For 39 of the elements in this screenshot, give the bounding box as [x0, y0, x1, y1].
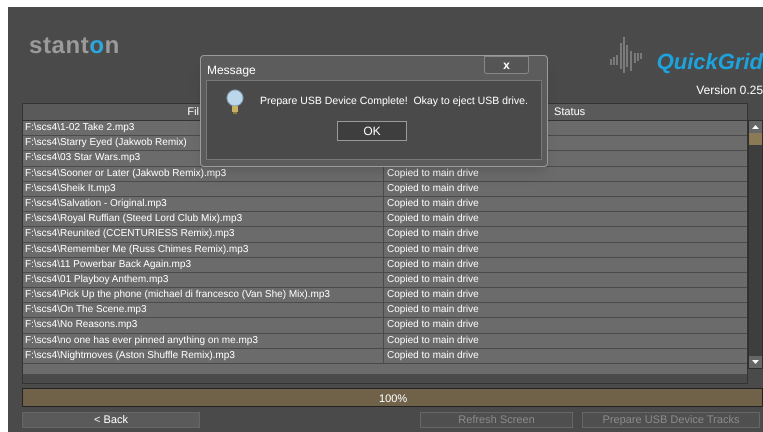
scroll-thumb[interactable] [749, 133, 762, 145]
table-cell: F:\scs4\Pick Up the phone (michael di francesco (Van She) Mix).mp3 [23, 288, 384, 302]
table-cell: F:\scs4\Reunited (CCENTURIESS Remix).mp3 [23, 227, 384, 242]
product-name: QuickGrid [656, 49, 763, 75]
back-button[interactable]: < Back [22, 412, 200, 428]
table-cell: F:\scs4\On The Scene.mp3 [23, 303, 384, 318]
table-cell-text: Copied to main drive [386, 303, 480, 318]
scroll-up-icon[interactable] [752, 125, 759, 129]
version-label: Version 0.25 [696, 82, 763, 99]
table-cell-text: Copied to main drive [386, 318, 480, 332]
scrollbar[interactable] [748, 120, 763, 369]
table-cell-text: Copied to main drive [386, 242, 480, 256]
table-cell: F:\scs4\01 Playboy Anthem.mp3 [23, 272, 384, 288]
brand-logo: stanton [29, 31, 120, 61]
scroll-down-icon[interactable] [752, 360, 759, 364]
table-cell-text: Copied to main drive [386, 272, 480, 287]
table-cell: F:\scs4\No Reasons.mp3 [23, 318, 384, 333]
table-cell: F:\scs4\Remember Me (Russ Chimes Remix).mp3 [23, 242, 384, 257]
table-cell-text: Copied to main drive [386, 288, 480, 302]
table-cell-text: Copied to main drive [386, 258, 480, 272]
table-cell: F:\scs4\Royal Ruffian (Steed Lord Club Mix).mp3 [23, 212, 384, 226]
table-cell-text: Copied to main drive [386, 212, 480, 226]
dialog-message: Prepare USB Device Complete! Okay to eject USB drive. [260, 94, 528, 110]
close-button[interactable]: x [484, 56, 529, 74]
table-cell: F:\scs4\no one has ever pinned anything on me.mp3 [23, 334, 384, 348]
progress-reading: 100% [379, 392, 408, 407]
table-cell-text: Copied to main drive [386, 227, 480, 242]
table-cell-text: Copied to main drive [386, 196, 480, 211]
table-cell: F:\scs4\Nightmoves (Aston Shuffle Remix).mp3 [23, 348, 384, 363]
lightbulb-icon [226, 89, 244, 115]
table-cell: F:\scs4\Salvation - Original.mp3 [23, 196, 384, 212]
dialog-title: Message [207, 62, 256, 79]
table-cell-text: Copied to main drive [386, 348, 480, 363]
ok-button[interactable]: OK [337, 121, 407, 141]
table-cell: F:\scs4\Sheik It.mp3 [23, 182, 384, 196]
table-cell-text: Copied to main drive [386, 182, 480, 196]
table-cell-text: Copied to main drive [386, 166, 480, 181]
table-cell: F:\scs4\11 Powerbar Back Again.mp3 [23, 258, 384, 272]
table-cell-text: Copied to main drive [386, 334, 480, 348]
